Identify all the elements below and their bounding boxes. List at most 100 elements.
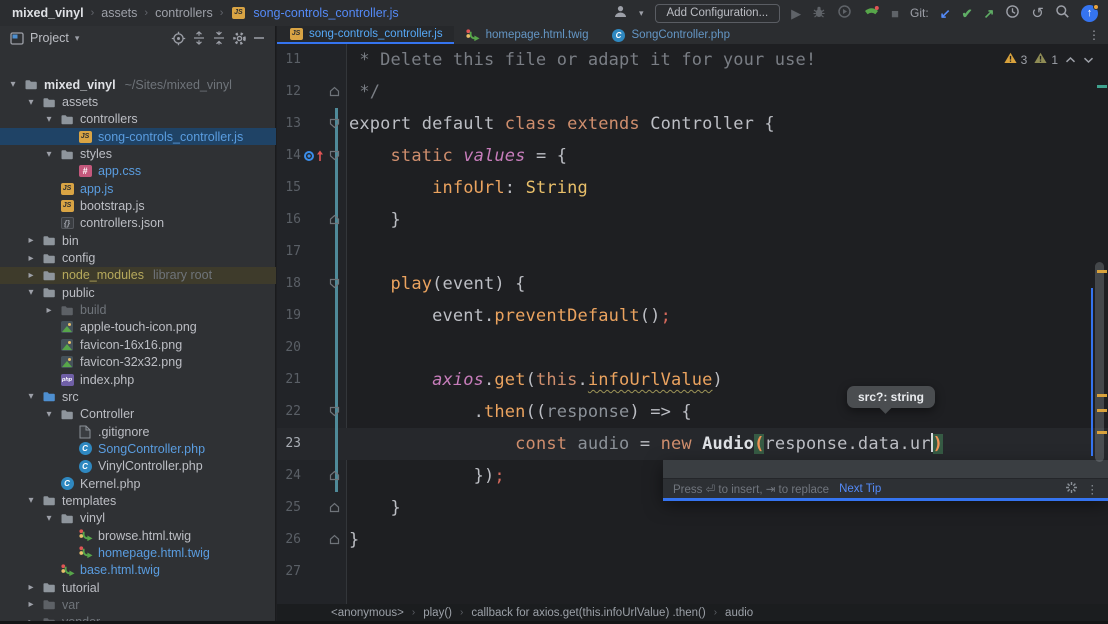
fold-start-icon[interactable]: [329, 118, 340, 132]
chevron-right-icon[interactable]: ▸: [26, 599, 36, 610]
history-clock-icon[interactable]: [1005, 4, 1020, 22]
code-line-26[interactable]: 26}: [277, 524, 1108, 556]
chevron-down-icon[interactable]: ▾: [44, 409, 54, 420]
code-line-20[interactable]: 20: [277, 332, 1108, 364]
tree-item-favicon-32x32-png[interactable]: favicon-32x32.png: [0, 354, 276, 371]
line-number[interactable]: 17: [277, 236, 301, 268]
tree-item-bin[interactable]: ▸ bin: [0, 232, 276, 249]
code-line-19[interactable]: 19 event.preventDefault();: [277, 300, 1108, 332]
line-number[interactable]: 12: [277, 76, 301, 108]
breadcrumb-item-mixed-vinyl[interactable]: mixed_vinyl: [12, 6, 84, 20]
tab-songcontroller-php[interactable]: C SongController.php: [600, 26, 741, 44]
tree-item-vinylcontroller-php[interactable]: C VinylController.php: [0, 458, 276, 475]
code-line-22[interactable]: 22 .then((response) => {: [277, 396, 1108, 428]
code-line-23[interactable]: 23 const audio = new Audio(response.data…: [277, 428, 1108, 460]
code-line-16[interactable]: 16 }: [277, 204, 1108, 236]
tree-item-controllers[interactable]: ▾ controllers: [0, 111, 276, 128]
tab-song-controls-controller-js[interactable]: JS song-controls_controller.js: [277, 26, 454, 44]
tree-item-config[interactable]: ▸ config: [0, 249, 276, 266]
line-number[interactable]: 13: [277, 108, 301, 140]
collapse-all-icon[interactable]: [212, 31, 226, 45]
profiler-icon[interactable]: [837, 4, 852, 22]
stop-icon[interactable]: ■: [891, 7, 899, 20]
chevron-right-icon[interactable]: ▸: [26, 253, 36, 264]
tree-item-assets[interactable]: ▾ assets: [0, 93, 276, 110]
tree-item-styles[interactable]: ▾ styles: [0, 145, 276, 162]
code-breadcrumb-item[interactable]: play(): [423, 607, 452, 619]
breadcrumb-item-song-controls-controller-js[interactable]: song-controls_controller.js: [253, 6, 398, 20]
chevron-down-icon[interactable]: ▾: [26, 97, 36, 108]
tree-item-apple-touch-icon-png[interactable]: apple-touch-icon.png: [0, 319, 276, 336]
tree-item-browse-html-twig[interactable]: browse.html.twig: [0, 527, 276, 544]
code-line-14[interactable]: 14 static values = {: [277, 140, 1108, 172]
line-number[interactable]: 23: [277, 428, 301, 460]
fold-end-icon[interactable]: [329, 470, 340, 484]
line-number[interactable]: 25: [277, 492, 301, 524]
ide-update-icon[interactable]: ↑: [1081, 3, 1099, 22]
line-number[interactable]: 22: [277, 396, 301, 428]
line-number[interactable]: 15: [277, 172, 301, 204]
code-line-15[interactable]: 15 infoUrl: String: [277, 172, 1108, 204]
tree-item-base-html-twig[interactable]: base.html.twig: [0, 562, 276, 579]
line-number[interactable]: 19: [277, 300, 301, 332]
code-line-11[interactable]: 11 * Delete this file or adapt it for yo…: [277, 44, 1108, 76]
line-number[interactable]: 26: [277, 524, 301, 556]
next-issue-icon[interactable]: [1083, 53, 1094, 67]
fold-end-icon[interactable]: [329, 86, 340, 100]
code-breadcrumb-item[interactable]: audio: [725, 607, 753, 619]
git-commit-icon[interactable]: ✔: [962, 7, 973, 20]
chevron-down-icon[interactable]: ▾: [44, 513, 54, 524]
tree-item-gitignore[interactable]: .gitignore: [0, 423, 276, 440]
rollback-icon[interactable]: ↺: [1031, 6, 1044, 21]
code-line-27[interactable]: 27: [277, 556, 1108, 588]
chevron-down-icon[interactable]: ▾: [75, 33, 80, 44]
tree-item-controller[interactable]: ▾ Controller: [0, 406, 276, 423]
fold-end-icon[interactable]: [329, 214, 340, 228]
chevron-down-icon[interactable]: ▾: [44, 114, 54, 125]
inspections-widget[interactable]: 31: [1004, 52, 1094, 67]
fold-end-icon[interactable]: [329, 502, 340, 516]
chevron-down-icon[interactable]: ▾: [26, 391, 36, 402]
tab-options-icon[interactable]: ⋮: [1080, 26, 1108, 44]
tree-item-songcontroller-php[interactable]: C SongController.php: [0, 440, 276, 457]
expand-all-icon[interactable]: [192, 31, 206, 45]
chevron-right-icon[interactable]: ▸: [26, 582, 36, 593]
tree-item-src[interactable]: ▾ src: [0, 388, 276, 405]
line-number[interactable]: 24: [277, 460, 301, 492]
line-number[interactable]: 27: [277, 556, 301, 588]
tree-item-build[interactable]: ▸ build: [0, 301, 276, 318]
add-configuration-button[interactable]: Add Configuration...: [654, 3, 781, 23]
code-line-18[interactable]: 18 play(event) {: [277, 268, 1108, 300]
chevron-down-icon[interactable]: ▾: [639, 8, 644, 19]
tree-item-public[interactable]: ▾ public: [0, 284, 276, 301]
tree-item-index-php[interactable]: php index.php: [0, 371, 276, 388]
code-line-21[interactable]: 21 axios.get(this.infoUrlValue): [277, 364, 1108, 396]
line-number[interactable]: 20: [277, 332, 301, 364]
locate-file-icon[interactable]: [171, 31, 186, 46]
tree-item-var[interactable]: ▸ var: [0, 596, 276, 613]
prev-issue-icon[interactable]: [1065, 53, 1076, 67]
breadcrumb-item-assets[interactable]: assets: [101, 6, 137, 20]
tree-item-app-css[interactable]: # app.css: [0, 163, 276, 180]
tree-item-mixed-vinyl[interactable]: ▾ mixed_vinyl ~/Sites/mixed_vinyl: [0, 76, 276, 93]
debug-icon[interactable]: [812, 5, 826, 22]
line-number[interactable]: 14: [277, 140, 301, 172]
tree-item-vinyl[interactable]: ▾ vinyl: [0, 510, 276, 527]
tree-item-favicon-16x16-png[interactable]: favicon-16x16.png: [0, 336, 276, 353]
user-icon[interactable]: [613, 4, 628, 22]
chevron-right-icon[interactable]: ▸: [26, 270, 36, 281]
line-number[interactable]: 21: [277, 364, 301, 396]
code-line-13[interactable]: 13 export default class extends Controlle…: [277, 108, 1108, 140]
run-icon[interactable]: ▶: [791, 7, 801, 20]
tree-item-kernel-php[interactable]: C Kernel.php: [0, 475, 276, 492]
tree-item-bootstrap-js[interactable]: JS bootstrap.js: [0, 197, 276, 214]
tab-homepage-html-twig[interactable]: homepage.html.twig: [454, 26, 600, 44]
fold-start-icon[interactable]: [329, 278, 340, 292]
tree-item-homepage-html-twig[interactable]: homepage.html.twig: [0, 544, 276, 561]
git-push-icon[interactable]: ↗: [984, 7, 995, 20]
breadcrumb-item-controllers[interactable]: controllers: [155, 6, 213, 20]
line-number[interactable]: 18: [277, 268, 301, 300]
project-panel-title[interactable]: Project: [30, 31, 69, 45]
hide-panel-icon[interactable]: [253, 32, 265, 44]
fold-start-icon[interactable]: [329, 150, 340, 164]
